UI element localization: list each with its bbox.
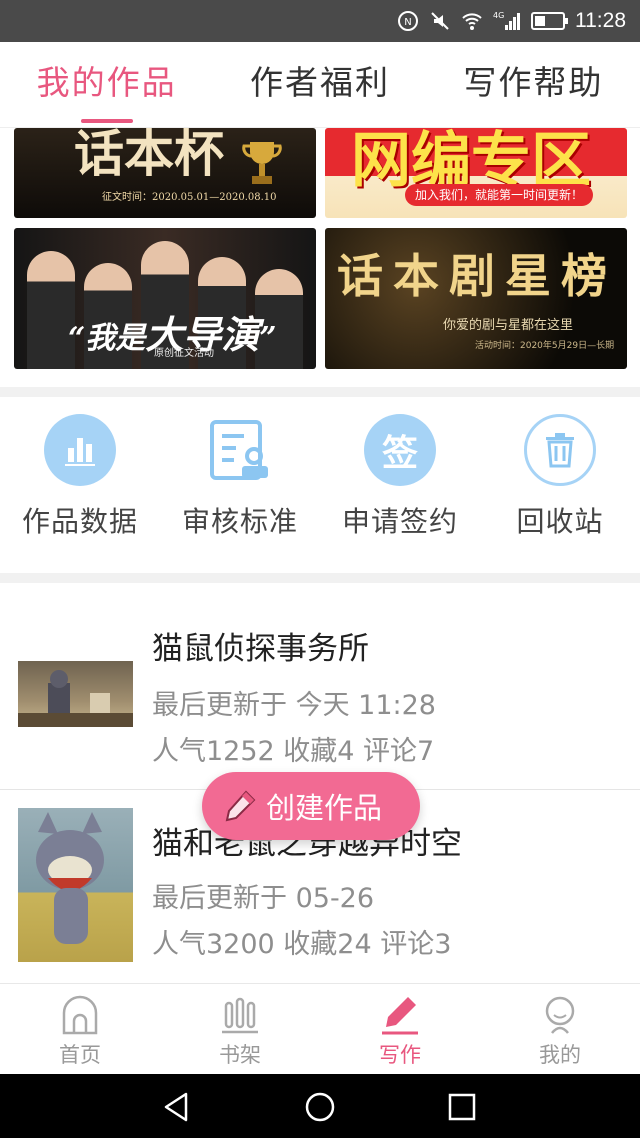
mute-icon <box>429 10 451 32</box>
work-updated: 最后更新于 今天 11:28 <box>152 690 436 721</box>
action-work-data-label: 作品数据 <box>21 505 138 538</box>
network-label: 4G <box>493 11 504 20</box>
banner-star-ranking[interactable]: 话本剧星榜 你爱的剧与星都在这里 活动时间：2020年5月29日—长期 <box>325 228 627 369</box>
banner-star-title: 话本剧星榜 <box>337 249 617 303</box>
tab-writing-help[interactable]: 写作帮助 <box>427 42 640 127</box>
banner-grid: 话本杯 征文时间：2020.05.01—2020.08.10 网编专区 加入我们… <box>0 128 640 388</box>
status-bar: N 4G 11:28 <box>0 0 640 42</box>
trash-icon <box>524 414 596 486</box>
battery-icon <box>531 12 568 30</box>
work-updated: 最后更新于 05-26 <box>152 883 375 914</box>
bar-chart-icon <box>44 414 116 486</box>
work-title: 猫鼠侦探事务所 <box>152 631 369 667</box>
trophy-icon <box>242 142 282 184</box>
profile-icon <box>545 996 575 1034</box>
section-divider <box>0 387 640 397</box>
wifi-icon <box>461 10 483 32</box>
banner-editor-zone[interactable]: 网编专区 加入我们，就能第一时间更新！ <box>325 128 627 218</box>
sign-icon: 签 <box>364 414 436 486</box>
nav-home-label: 首页 <box>59 1043 101 1067</box>
action-review-standard[interactable]: 审核标准 <box>160 397 320 573</box>
banner-star-date: 活动时间：2020年5月29日—长期 <box>475 341 615 351</box>
banner-contest-title: 话本杯 <box>74 128 224 183</box>
work-stats: 人气3200 收藏24 评论3 <box>152 929 452 960</box>
review-doc-icon <box>204 414 276 486</box>
work-cover-image <box>18 808 133 962</box>
nav-write-label: 写作 <box>379 1043 421 1067</box>
action-apply-sign[interactable]: 签 申请签约 <box>320 397 480 573</box>
work-cover-image <box>18 661 133 727</box>
pencil-icon <box>225 790 256 822</box>
action-recycle-bin-label: 回收站 <box>516 505 604 538</box>
home-circle-icon[interactable] <box>303 1090 337 1124</box>
nav-bookshelf-label: 书架 <box>219 1043 261 1067</box>
banner-contest[interactable]: 话本杯 征文时间：2020.05.01—2020.08.10 <box>14 128 316 218</box>
action-review-standard-label: 审核标准 <box>181 505 298 538</box>
signal-icon: 4G <box>493 10 521 32</box>
write-pen-icon <box>382 997 418 1035</box>
nav-mine-label: 我的 <box>539 1043 581 1067</box>
nav-home[interactable]: 首页 <box>0 984 160 1074</box>
work-stats: 人气1252 收藏4 评论7 <box>152 736 435 767</box>
list-item[interactable]: 猫鼠侦探事务所 最后更新于 今天 11:28 人气1252 收藏4 评论7 <box>0 583 640 773</box>
action-work-data[interactable]: 作品数据 <box>0 397 160 573</box>
create-work-button[interactable]: 创建作品 <box>202 772 420 840</box>
banner-contest-date: 征文时间：2020.05.01—2020.08.10 <box>102 192 277 203</box>
nav-write[interactable]: 写作 <box>320 984 480 1074</box>
system-nav-bar <box>0 1074 640 1138</box>
nav-mine[interactable]: 我的 <box>480 984 640 1074</box>
create-work-label: 创建作品 <box>266 791 383 825</box>
banner-director-subtitle: 原创征文活动 <box>154 348 214 359</box>
banner-star-subtitle: 你爱的剧与星都在这里 <box>443 318 574 333</box>
status-icons: N 4G 11:28 <box>397 8 626 34</box>
action-recycle-bin[interactable]: 回收站 <box>480 397 640 573</box>
nfc-icon: N <box>397 10 419 32</box>
banner-director[interactable]: “我是大导演” 原创征文活动 <box>14 228 316 369</box>
tab-my-works[interactable]: 我的作品 <box>0 42 213 127</box>
back-icon[interactable] <box>160 1090 194 1124</box>
status-time: 11:28 <box>575 9 626 32</box>
bottom-nav: 首页 书架 写作 我的 <box>0 983 640 1074</box>
section-divider <box>0 573 640 583</box>
quick-actions: 作品数据 审核标准 签 申请签约 回收站 <box>0 397 640 573</box>
svg-text:N: N <box>404 17 411 28</box>
action-apply-sign-label: 申请签约 <box>341 505 458 538</box>
tab-author-benefits[interactable]: 作者福利 <box>213 42 426 127</box>
home-icon <box>62 995 98 1035</box>
nav-bookshelf[interactable]: 书架 <box>160 984 320 1074</box>
bookshelf-icon <box>222 997 258 1034</box>
top-tabs: 我的作品 作者福利 写作帮助 <box>0 42 640 128</box>
banner-editor-pill: 加入我们，就能第一时间更新！ <box>405 184 594 206</box>
recent-apps-icon[interactable] <box>445 1090 479 1124</box>
